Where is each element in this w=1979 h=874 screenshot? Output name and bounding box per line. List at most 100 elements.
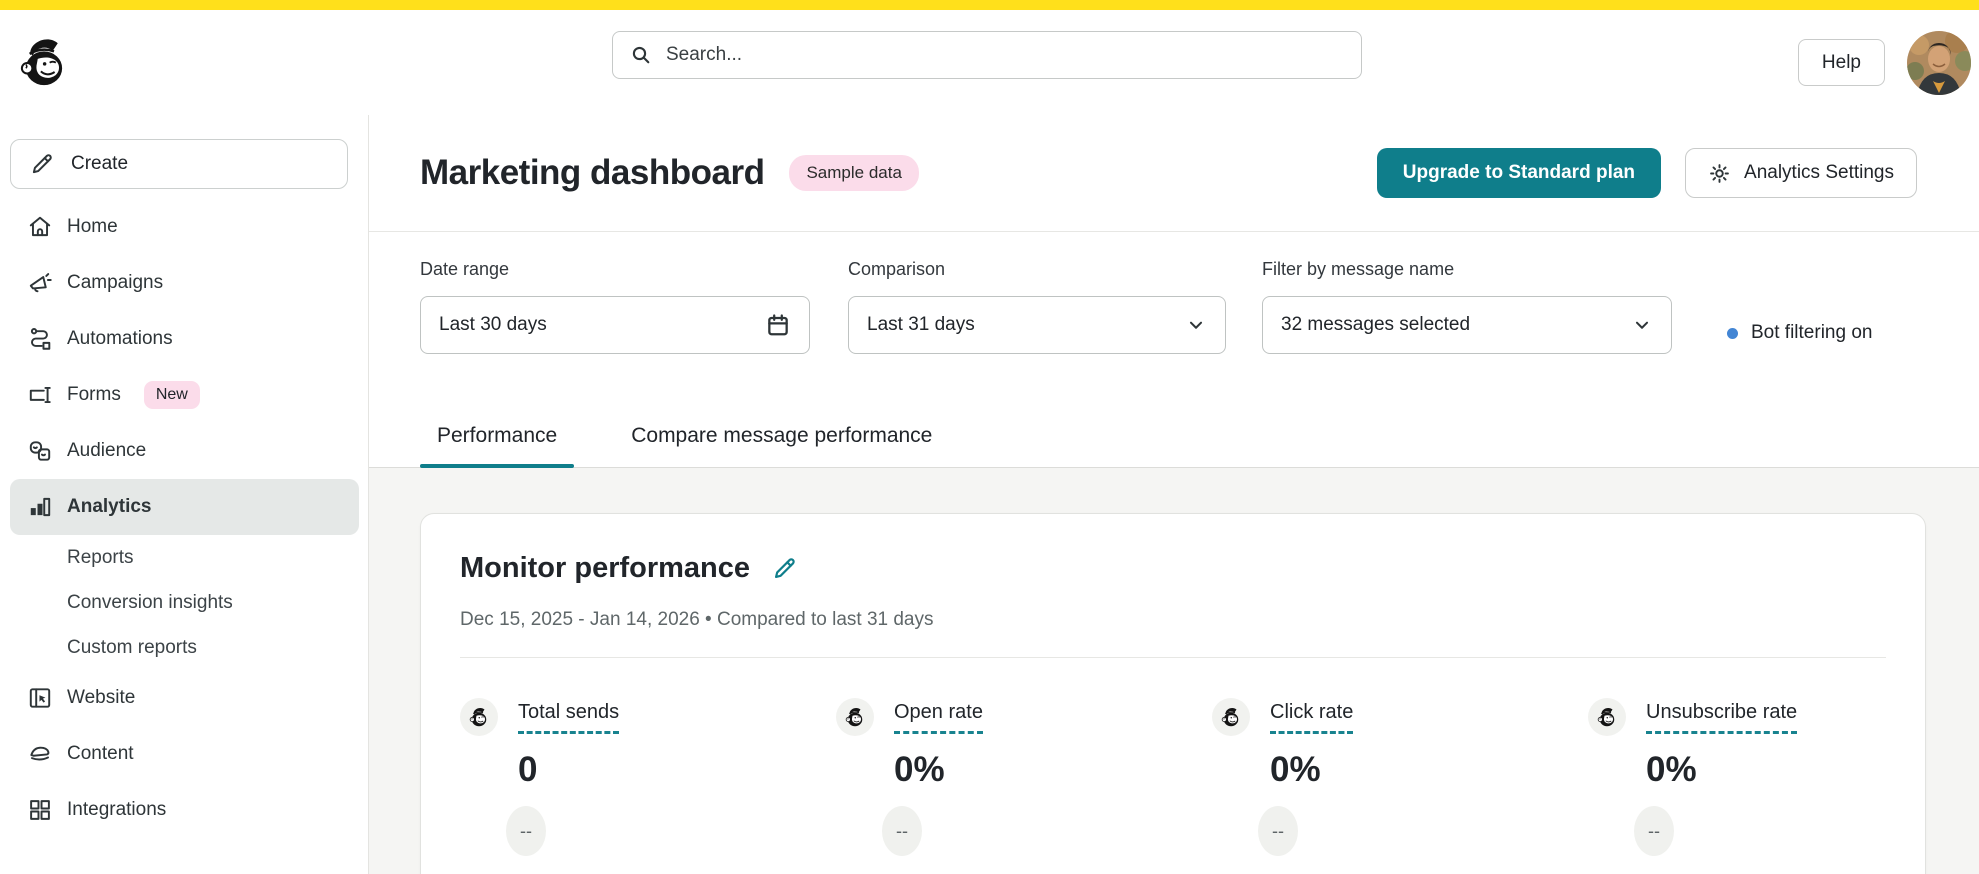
content-icon [30, 746, 50, 761]
metric-delta-badge: -- [882, 806, 922, 856]
comparison-value: Last 31 days [867, 314, 975, 335]
sidebar-item-conversion-insights[interactable]: Conversion insights [0, 580, 368, 625]
bot-filtering-status: Bot filtering on [1727, 322, 1872, 344]
metrics-row: Total sends 0 -- Open rate 0% -- Click r… [460, 698, 1886, 856]
metric-label[interactable]: Open rate [894, 701, 983, 734]
status-dot-icon [1727, 327, 1738, 339]
sidebar-item-label: Content [67, 743, 134, 764]
tab-performance[interactable]: Performance [420, 424, 575, 468]
comparison-label: Comparison [848, 259, 946, 279]
user-avatar[interactable] [1907, 30, 1971, 95]
sidebar-item-content[interactable]: Content [0, 726, 368, 782]
sidebar-item-integrations[interactable]: Integrations [0, 782, 368, 838]
chevron-down-icon [1189, 321, 1203, 329]
new-badge: New [143, 381, 200, 409]
sidebar-item-reports[interactable]: Reports [0, 535, 368, 580]
sidebar-item-custom-reports[interactable]: Custom reports [0, 625, 368, 670]
date-range-filter: Date range Last 30 days [420, 259, 810, 354]
metric-unsubscribe-rate: Unsubscribe rate 0% -- [1588, 698, 1964, 856]
comparison-select[interactable]: Last 31 days [848, 296, 1226, 354]
analytics-bars-icon [30, 497, 51, 517]
date-range-label: Date range [420, 259, 510, 279]
sidebar-item-website[interactable]: Website [0, 670, 368, 726]
sidebar-item-label: Forms [67, 384, 121, 405]
freddie-metric-icon [836, 698, 874, 736]
metric-label[interactable]: Total sends [518, 701, 620, 734]
analytics-tabs: Performance Compare message performance [369, 383, 1979, 468]
help-button[interactable]: Help [1797, 39, 1885, 86]
filter-bar: Date range Last 30 days Comparison Last … [369, 232, 1979, 383]
metric-click-rate: Click rate 0% -- [1212, 698, 1588, 856]
metric-delta-badge: -- [506, 806, 546, 856]
sample-data-badge: Sample data [789, 155, 919, 191]
sidebar-item-label: Analytics [67, 496, 152, 517]
message-filter-value: 32 messages selected [1281, 314, 1471, 335]
sidebar-item-label: Custom reports [67, 636, 197, 658]
website-browser-icon [29, 688, 51, 708]
dashboard-body: Monitor performance Dec 15, 2025 - Jan 1… [369, 468, 1979, 874]
sidebar-item-label: Audience [67, 440, 147, 461]
search-input[interactable] [666, 44, 1345, 66]
analytics-settings-button[interactable]: Analytics Settings [1685, 148, 1917, 198]
metric-total-sends: Total sends 0 -- [460, 698, 836, 856]
top-right-actions: Help [1797, 10, 1971, 115]
monitor-performance-card: Monitor performance Dec 15, 2025 - Jan 1… [420, 513, 1926, 874]
sidebar-item-forms[interactable]: Forms New [0, 367, 368, 423]
date-range-input[interactable]: Last 30 days [420, 296, 810, 354]
metric-label[interactable]: Click rate [1270, 701, 1354, 734]
sidebar-item-label: Website [67, 687, 136, 708]
sidebar-item-label: Campaigns [67, 272, 164, 293]
sidebar-item-audience[interactable]: Audience [0, 423, 368, 479]
message-filter-select[interactable]: 32 messages selected [1262, 296, 1672, 354]
sidebar-item-label: Automations [67, 328, 173, 349]
metric-value: 0% [1646, 750, 1697, 789]
pencil-icon [32, 154, 52, 174]
chevron-down-icon [1635, 321, 1649, 329]
page-header: Marketing dashboard Sample data Upgrade … [369, 115, 1979, 231]
home-icon [29, 216, 51, 237]
message-name-filter: Filter by message name 32 messages selec… [1262, 259, 1672, 354]
mailchimp-logo[interactable] [14, 18, 82, 106]
integrations-grid-icon [30, 800, 50, 820]
sidebar-item-automations[interactable]: Automations [0, 311, 368, 367]
sidebar: Create Home Campaigns Automations Forms … [0, 115, 369, 874]
metric-value: 0 [518, 750, 538, 789]
audience-icon [29, 441, 51, 461]
date-range-value: Last 30 days [439, 314, 547, 335]
metric-delta-badge: -- [1258, 806, 1298, 856]
tab-compare-message-performance[interactable]: Compare message performance [614, 424, 949, 467]
sidebar-item-label: Reports [67, 546, 134, 568]
sidebar-item-label: Conversion insights [67, 591, 233, 613]
comparison-filter: Comparison Last 31 days [848, 259, 1226, 354]
top-bar: Help [0, 10, 1979, 115]
calendar-icon [768, 314, 788, 336]
sidebar-item-analytics[interactable]: Analytics [10, 479, 359, 535]
edit-title-button[interactable] [771, 555, 799, 583]
settings-label: Analytics Settings [1744, 162, 1894, 183]
search-icon [632, 46, 650, 64]
upgrade-button[interactable]: Upgrade to Standard plan [1376, 148, 1662, 198]
mailchimp-app: Help [0, 0, 1979, 874]
freddie-metric-icon [1212, 698, 1250, 736]
main-content: Marketing dashboard Sample data Upgrade … [369, 115, 1979, 874]
sidebar-nav: Home Campaigns Automations Forms New Aud… [0, 199, 368, 838]
brand-yellow-strip [0, 0, 1979, 10]
metric-delta-badge: -- [1634, 806, 1674, 856]
sidebar-item-label: Home [67, 216, 118, 237]
automations-flow-icon [30, 328, 51, 350]
metric-open-rate: Open rate 0% -- [836, 698, 1212, 856]
avatar-photo [1907, 30, 1971, 95]
sidebar-item-home[interactable]: Home [0, 199, 368, 255]
sidebar-item-label: Integrations [67, 799, 167, 820]
card-date-range: Dec 15, 2025 - Jan 14, 2026 • Compared t… [460, 609, 934, 630]
create-label: Create [71, 153, 129, 174]
metric-value: 0% [894, 750, 945, 789]
gear-icon [1710, 163, 1729, 183]
megaphone-icon [29, 273, 52, 293]
create-button[interactable]: Create [10, 139, 348, 189]
global-search[interactable] [612, 31, 1362, 79]
freddie-metric-icon [1588, 698, 1626, 736]
sidebar-item-campaigns[interactable]: Campaigns [0, 255, 368, 311]
metric-label[interactable]: Unsubscribe rate [1646, 701, 1798, 734]
forms-field-icon [29, 386, 51, 404]
